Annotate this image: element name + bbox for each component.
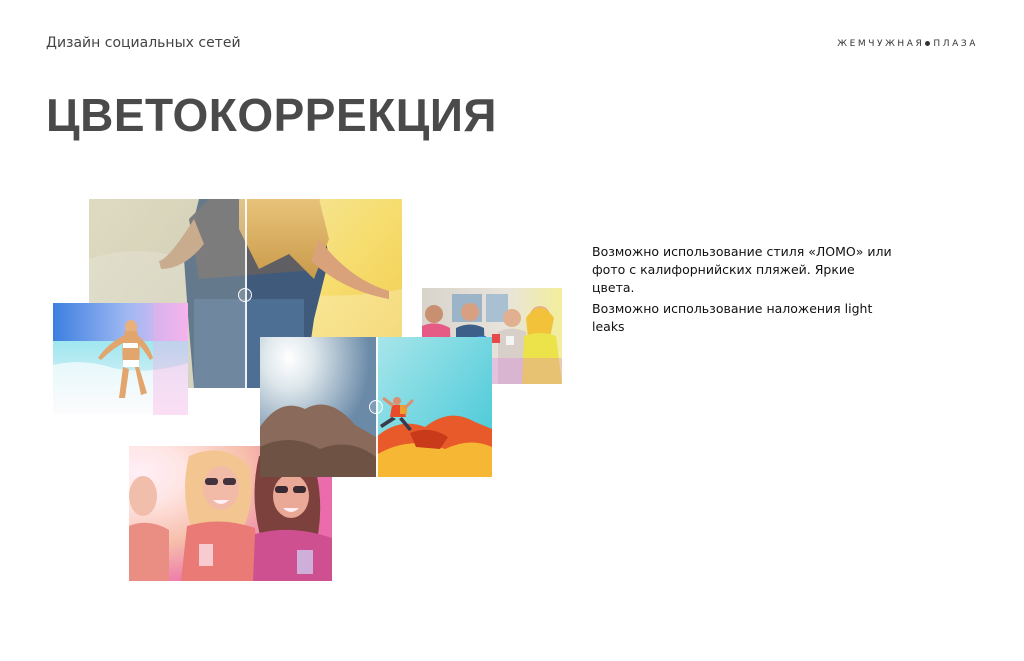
description: Возможно использование стиля «ЛОМО» или … xyxy=(592,243,892,336)
section-label: Дизайн социальных сетей xyxy=(46,35,241,51)
brand-logo-left: ЖЕМЧУЖНАЯ xyxy=(837,39,925,49)
brand-logo: ЖЕМЧУЖНАЯ ПЛАЗА xyxy=(837,39,978,49)
photo-woman-beach xyxy=(53,303,188,415)
compare-handle-icon xyxy=(369,400,383,414)
brand-logo-right: ПЛАЗА xyxy=(933,39,978,49)
page-title: ЦВЕТОКОРРЕКЦИЯ xyxy=(46,89,497,141)
compare-handle-icon xyxy=(238,288,252,302)
description-line-2: Возможно использование наложения light l… xyxy=(592,301,873,334)
brand-dot xyxy=(925,40,931,46)
description-line-1: Возможно использование стиля «ЛОМО» или … xyxy=(592,244,892,295)
photo-hiker-comparison xyxy=(260,337,492,477)
